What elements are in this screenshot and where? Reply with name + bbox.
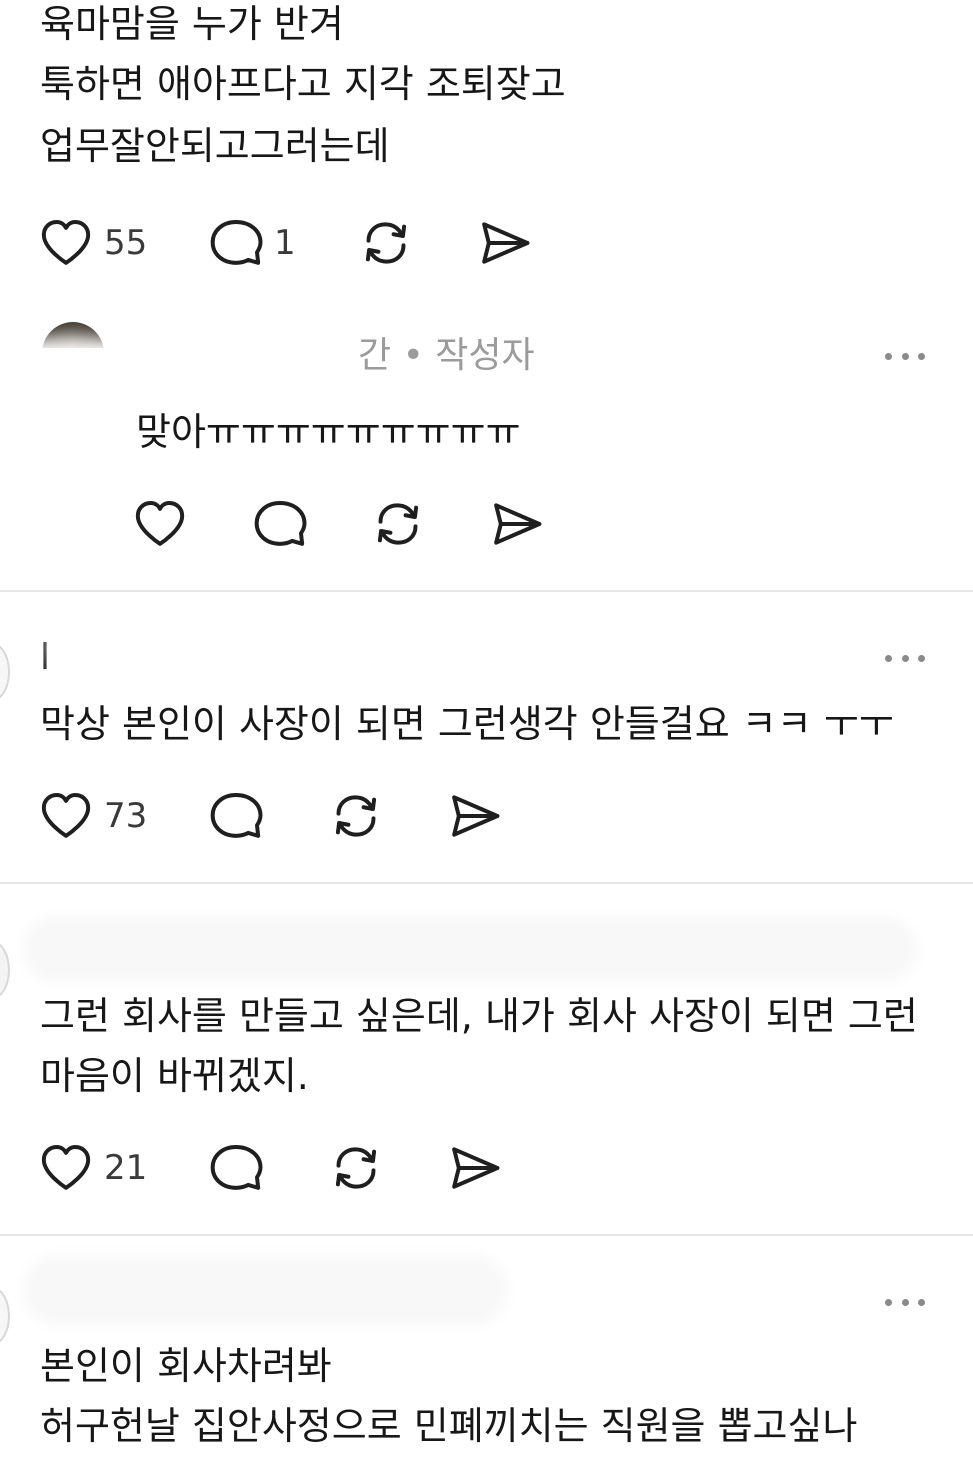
post-1-line-2: 툭하면 애아프다고 지각 조퇴잦고 — [40, 62, 566, 106]
like-button[interactable] — [132, 496, 188, 552]
repost-button[interactable] — [358, 215, 414, 271]
post-1-line-1: 육마맘을 누가 반겨 — [40, 2, 344, 46]
more-options-button[interactable] — [885, 648, 925, 668]
more-horizontal-icon — [885, 352, 892, 360]
send-paper-plane-icon — [476, 215, 532, 271]
share-button[interactable] — [476, 215, 532, 271]
heart-icon — [38, 1140, 94, 1196]
like-button[interactable]: 21 — [38, 1140, 147, 1196]
post-1: 육마맘을 누가 반겨 툭하면 애아프다고 지각 조퇴잦고 업무잘안되고그러는데 … — [0, 0, 973, 300]
post-4-line-1: 본인이 회사차려봐 — [40, 1344, 332, 1388]
repost-arrows-icon — [328, 1140, 384, 1196]
reply-1: 간 • 작성자 맞아ㅠㅠㅠㅠㅠㅠㅠㅠㅠ — [0, 300, 973, 590]
reply-button[interactable] — [208, 788, 264, 844]
repost-button[interactable] — [328, 788, 384, 844]
post-1-actions: 55 1 — [38, 215, 558, 271]
more-horizontal-icon — [885, 1298, 892, 1306]
comment-bubble-icon — [252, 496, 308, 552]
post-4-line-2: 허구헌날 집안사정으로 민폐끼치는 직원을 뽑고싶나 — [40, 1404, 858, 1448]
avatar[interactable] — [0, 642, 10, 702]
repost-arrows-icon — [358, 215, 414, 271]
author-name[interactable]: l — [40, 636, 50, 680]
like-button[interactable]: 73 — [38, 788, 147, 844]
avatar[interactable] — [0, 1286, 10, 1346]
like-count: 73 — [104, 796, 148, 836]
heart-icon — [38, 215, 94, 271]
like-count: 55 — [104, 223, 148, 263]
reply-count: 1 — [274, 223, 296, 263]
comment-bubble-icon — [208, 215, 264, 271]
avatar[interactable] — [0, 940, 10, 1000]
redacted-username — [30, 924, 910, 974]
repost-button[interactable] — [328, 1140, 384, 1196]
heart-icon — [38, 788, 94, 844]
share-button[interactable] — [446, 788, 502, 844]
send-paper-plane-icon — [446, 1140, 502, 1196]
post-2-text: 막상 본인이 사장이 되면 그런생각 안들걸요 ㅋㅋ ㅜㅜ — [40, 702, 894, 746]
reply-button[interactable]: 1 — [208, 215, 296, 271]
post-4: 본인이 회사차려봐 허구헌날 집안사정으로 민폐끼치는 직원을 뽑고싶나 — [0, 1236, 973, 1484]
reply-1-actions — [132, 496, 552, 552]
reply-meta: 간 • 작성자 — [358, 335, 535, 376]
post-3-actions: 21 — [38, 1140, 518, 1196]
more-horizontal-icon — [885, 654, 892, 662]
repost-arrows-icon — [328, 788, 384, 844]
comment-bubble-icon — [208, 1140, 264, 1196]
post-1-line-3: 업무잘안되고그러는데 — [40, 124, 390, 168]
post-3-line-1: 그런 회사를 만들고 싶은데, 내가 회사 사장이 되면 그런 — [40, 994, 918, 1038]
post-2-actions: 73 — [38, 788, 518, 844]
post-3-line-2: 마음이 바뀌겠지. — [40, 1054, 309, 1098]
post-2: l 막상 본인이 사장이 되면 그런생각 안들걸요 ㅋㅋ ㅜㅜ 73 — [0, 592, 973, 882]
like-count: 21 — [104, 1148, 148, 1188]
send-paper-plane-icon — [488, 496, 544, 552]
redacted-username — [59, 614, 881, 690]
more-options-button[interactable] — [885, 1292, 925, 1312]
send-paper-plane-icon — [446, 788, 502, 844]
share-button[interactable] — [488, 496, 544, 552]
reply-button[interactable] — [252, 496, 308, 552]
reply-text: 맞아ㅠㅠㅠㅠㅠㅠㅠㅠㅠ — [136, 410, 521, 454]
redacted-username — [30, 1262, 500, 1318]
like-button[interactable]: 55 — [38, 215, 147, 271]
comment-bubble-icon — [208, 788, 264, 844]
repost-button[interactable] — [370, 496, 426, 552]
heart-icon — [132, 496, 188, 552]
post-3: 그런 회사를 만들고 싶은데, 내가 회사 사장이 되면 그런 마음이 바뀌겠지… — [0, 884, 973, 1234]
redacted-username — [10, 348, 350, 388]
reply-button[interactable] — [208, 1140, 264, 1196]
repost-arrows-icon — [370, 496, 426, 552]
more-options-button[interactable] — [885, 346, 925, 366]
share-button[interactable] — [446, 1140, 502, 1196]
